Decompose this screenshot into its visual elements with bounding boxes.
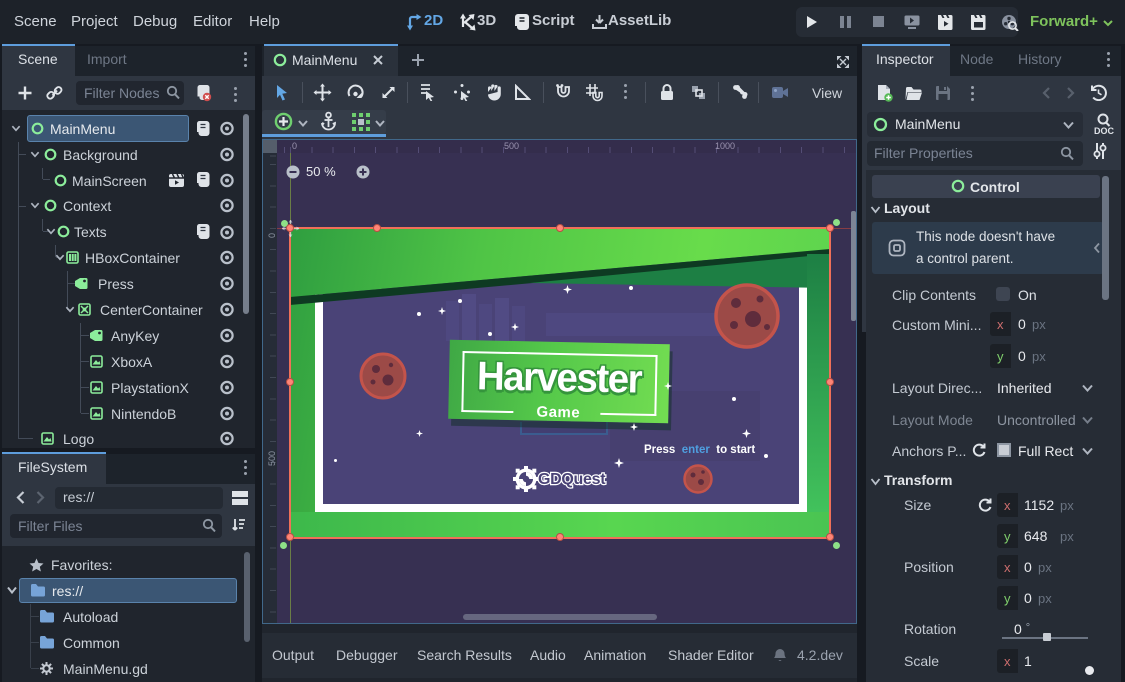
svg-text:DOC: DOC bbox=[1094, 126, 1114, 136]
